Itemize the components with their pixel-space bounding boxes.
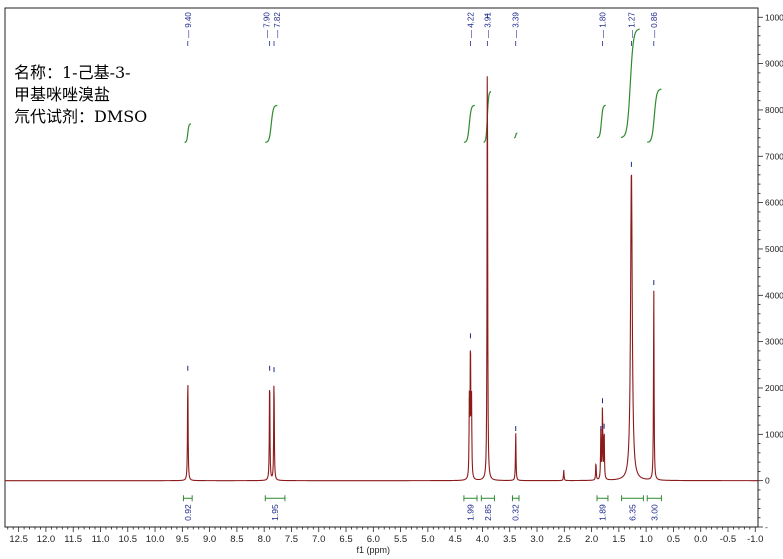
x-tick-label: 6.5	[339, 534, 352, 545]
y-tick-label: 6000	[765, 198, 783, 208]
y-tick-label: 8000	[765, 105, 783, 115]
y-tick-label: 4000	[765, 290, 783, 300]
x-tick-label: 5.0	[421, 534, 434, 545]
x-tick-label: 0.0	[694, 534, 707, 545]
nmr-spectrum-chart: — 9.40 — 7.90— 7.82 — 4.22 — 3.91 — 3.39 — 1.…	[4, 7, 783, 555]
x-tick-label: 7.5	[285, 534, 298, 545]
integral-value: 3.00	[649, 504, 659, 521]
peak-label: — 7.90	[263, 12, 272, 38]
y-tick-label: 1000	[765, 429, 783, 439]
x-tick-label: 12.5	[9, 534, 28, 545]
x-tick-label: 9.0	[203, 534, 216, 545]
x-tick-label: 7.0	[312, 534, 325, 545]
x-tick-label: 5.5	[394, 534, 407, 545]
x-tick-label: 11.5	[64, 534, 82, 545]
y-tick-label-negative: -	[765, 522, 768, 532]
x-tick-label: 4.5	[449, 534, 462, 545]
integral-value: 1.89	[597, 504, 607, 521]
x-tick-label: 4.0	[476, 534, 489, 545]
x-tick-label: 8.5	[230, 534, 243, 545]
y-tick-label: 9000	[765, 59, 783, 69]
x-tick-label: 6.0	[367, 534, 380, 545]
y-tick-label: 5000	[765, 244, 783, 254]
integral-value: 2.85	[483, 504, 493, 521]
integral-value: 1.95	[270, 504, 280, 521]
integral-curve	[265, 104, 278, 143]
y-tick-label: 7000	[765, 151, 783, 161]
y-tick-label: 10000	[765, 12, 783, 22]
x-tick-label: 0.5	[667, 534, 680, 545]
x-tick-label: 11.0	[92, 534, 110, 545]
y-tick-label: 2000	[765, 383, 783, 393]
x-axis-title: f1 (ppm)	[357, 545, 391, 555]
peak-label: — 7.82	[273, 12, 282, 38]
spectrum-trace	[5, 76, 758, 482]
x-tick-label: 8.0	[258, 534, 271, 545]
plot-frame	[4, 7, 759, 528]
x-tick-label: -1.0	[747, 534, 763, 545]
x-tick-label: 10.0	[146, 534, 165, 545]
integral-curve	[620, 28, 640, 139]
x-tick-label: 3.0	[530, 534, 543, 545]
x-tick-label: -0.5	[720, 534, 736, 545]
x-tick-label: 1.0	[640, 534, 653, 545]
integral-value: 1.99	[465, 504, 475, 521]
integral-curve	[184, 123, 192, 143]
x-tick-label: 9.5	[176, 534, 189, 545]
x-tick-label: 3.5	[503, 534, 516, 545]
peak-label: — 0.86	[650, 12, 659, 38]
integral-curve	[647, 88, 662, 143]
x-tick-label: 12.0	[37, 534, 56, 545]
x-tick-label: 2.5	[558, 534, 571, 545]
peak-label: — 1.80	[598, 12, 607, 38]
integral-value: 6.35	[628, 504, 638, 521]
peak-label: — 4.22	[466, 12, 475, 38]
y-tick-label: 0	[765, 476, 770, 486]
integral-value: 0.32	[511, 504, 521, 521]
x-tick-label: 2.0	[585, 534, 598, 545]
peak-label: — 3.39	[512, 12, 521, 38]
peak-label: — 9.40	[184, 12, 193, 38]
y-tick-label: 3000	[765, 337, 783, 347]
integral-curve	[596, 104, 606, 139]
integral-value: 0.92	[183, 504, 193, 521]
peak-label: — 3.91	[483, 12, 492, 38]
integral-curve	[463, 104, 475, 143]
integral-curve	[514, 132, 518, 139]
x-tick-label: 1.5	[612, 534, 625, 545]
x-tick-label: 10.5	[119, 534, 138, 545]
